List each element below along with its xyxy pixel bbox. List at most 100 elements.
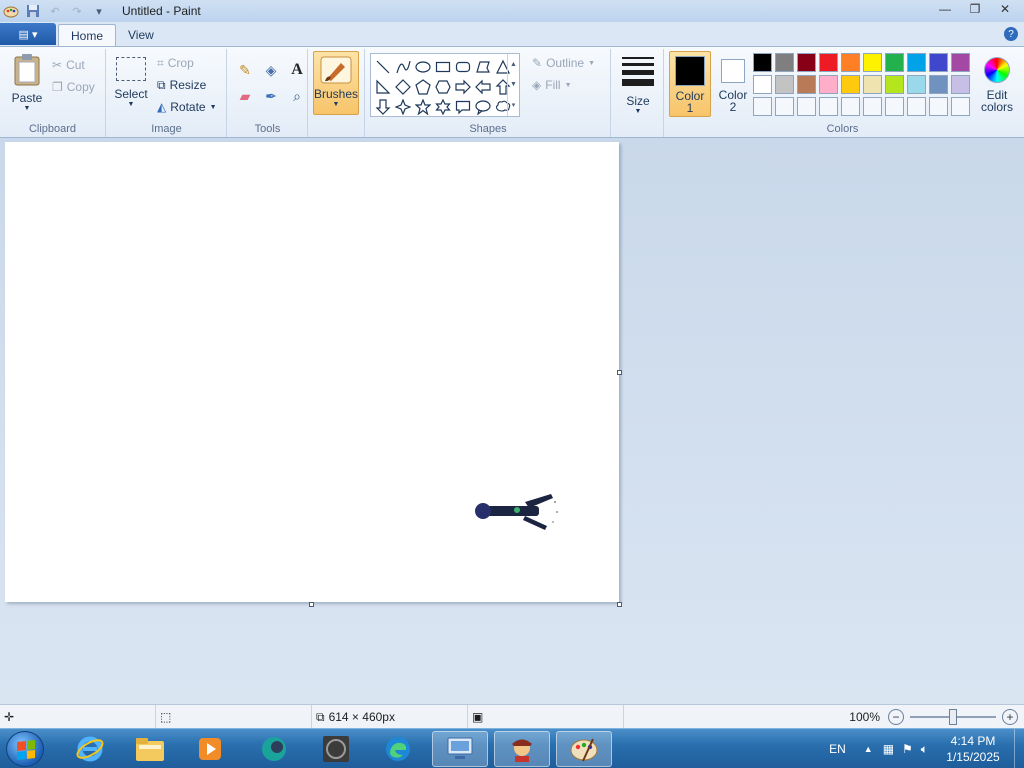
palette-color-swatch[interactable] [753, 53, 772, 72]
right-arrow-shape-icon[interactable] [453, 77, 473, 97]
size-button[interactable]: Size ▼ [618, 55, 658, 115]
show-hidden-icons-icon[interactable]: ▲ [864, 744, 873, 754]
media-player-icon[interactable] [182, 731, 238, 767]
palette-color-swatch[interactable] [775, 75, 794, 94]
palette-empty-swatch[interactable] [885, 97, 904, 116]
diamond-shape-icon[interactable] [393, 77, 413, 97]
five-point-star-shape-icon[interactable] [413, 97, 433, 117]
hexagon-shape-icon[interactable] [433, 77, 453, 97]
four-point-star-shape-icon[interactable] [393, 97, 413, 117]
file-explorer-icon[interactable] [122, 731, 178, 767]
show-desktop-button[interactable] [1014, 729, 1024, 768]
zoom-out-icon[interactable]: − [888, 709, 904, 725]
clock[interactable]: 4:14 PM 1/15/2025 [938, 733, 1008, 765]
palette-color-swatch[interactable] [907, 53, 926, 72]
color2-button[interactable]: Color 2 [715, 51, 751, 117]
shapes-scrollbar[interactable]: ▲ ▼ ▾ [507, 54, 519, 116]
down-arrow-shape-icon[interactable] [373, 97, 393, 117]
select-button[interactable]: Select ▼ [113, 57, 149, 108]
color-picker-icon[interactable]: ✒ [260, 85, 282, 107]
app-icon-teal-orb[interactable] [246, 731, 302, 767]
undo-icon[interactable]: ↶ [46, 2, 64, 20]
polygon-shape-icon[interactable] [473, 57, 493, 77]
chevron-up-icon[interactable]: ▲ [510, 61, 517, 68]
right-triangle-shape-icon[interactable] [373, 77, 393, 97]
zoom-slider-thumb[interactable] [949, 709, 957, 725]
canvas-resize-handle-corner[interactable] [617, 602, 622, 607]
pirate-character-app-icon[interactable] [494, 731, 550, 767]
color1-button[interactable]: Color 1 [669, 51, 711, 117]
zoom-slider[interactable] [910, 709, 996, 725]
canvas-resize-handle-right[interactable] [617, 370, 622, 375]
palette-empty-swatch[interactable] [775, 97, 794, 116]
palette-color-swatch[interactable] [775, 53, 794, 72]
palette-color-swatch[interactable] [797, 75, 816, 94]
eraser-icon[interactable]: ▰ [234, 85, 256, 107]
oval-callout-shape-icon[interactable] [473, 97, 493, 117]
internet-explorer-icon[interactable] [62, 731, 118, 767]
remote-desktop-icon[interactable] [432, 731, 488, 767]
paint-app-icon[interactable] [2, 2, 20, 20]
outline-button[interactable]: ✎ Outline ▼ [532, 53, 595, 73]
close-icon[interactable]: ✕ [990, 0, 1020, 18]
rectangle-shape-icon[interactable] [433, 57, 453, 77]
edge-browser-icon[interactable] [370, 731, 426, 767]
palette-color-swatch[interactable] [819, 75, 838, 94]
text-icon[interactable]: A [286, 59, 308, 81]
palette-color-swatch[interactable] [819, 53, 838, 72]
paint-taskbar-icon[interactable] [556, 731, 612, 767]
palette-empty-swatch[interactable] [863, 97, 882, 116]
palette-color-swatch[interactable] [929, 53, 948, 72]
language-indicator[interactable]: EN [829, 742, 846, 756]
file-menu-button[interactable]: ▤ ▾ [0, 23, 56, 45]
curve-shape-icon[interactable] [393, 57, 413, 77]
tab-view[interactable]: View [116, 24, 166, 46]
palette-empty-swatch[interactable] [841, 97, 860, 116]
start-button[interactable] [6, 731, 44, 767]
six-point-star-shape-icon[interactable] [433, 97, 453, 117]
palette-empty-swatch[interactable] [907, 97, 926, 116]
palette-empty-swatch[interactable] [753, 97, 772, 116]
fill-bucket-icon[interactable]: ◈ [260, 59, 282, 81]
palette-color-swatch[interactable] [841, 75, 860, 94]
expand-gallery-icon[interactable]: ▾ [512, 101, 516, 109]
palette-color-swatch[interactable] [841, 53, 860, 72]
zoom-in-icon[interactable]: + [1002, 709, 1018, 725]
palette-empty-swatch[interactable] [819, 97, 838, 116]
app-icon-dark-badge[interactable] [308, 731, 364, 767]
left-arrow-shape-icon[interactable] [473, 77, 493, 97]
chevron-down-icon[interactable]: ▼ [510, 81, 517, 88]
flag-notification-icon[interactable]: ⚑ [902, 742, 913, 756]
pentagon-shape-icon[interactable] [413, 77, 433, 97]
restore-icon[interactable]: ❐ [960, 0, 990, 18]
oval-shape-icon[interactable] [413, 57, 433, 77]
drawing-canvas[interactable] [5, 142, 619, 602]
paste-button[interactable]: Paste ▼ [8, 53, 46, 112]
rounded-rectangle-shape-icon[interactable] [453, 57, 473, 77]
rectangular-callout-shape-icon[interactable] [453, 97, 473, 117]
redo-icon[interactable]: ↷ [68, 2, 86, 20]
help-icon[interactable]: ? [1004, 27, 1018, 41]
magnifier-icon[interactable]: ⌕ [286, 85, 308, 107]
canvas-resize-handle-bottom[interactable] [309, 602, 314, 607]
edit-colors-button[interactable]: Edit colors [977, 51, 1017, 117]
brushes-button[interactable]: Brushes ▼ [313, 51, 359, 115]
palette-color-swatch[interactable] [753, 75, 772, 94]
volume-icon[interactable]: 🔈︎ [921, 742, 928, 757]
palette-color-swatch[interactable] [951, 53, 970, 72]
palette-empty-swatch[interactable] [797, 97, 816, 116]
palette-empty-swatch[interactable] [951, 97, 970, 116]
minimize-icon[interactable]: — [930, 0, 960, 18]
palette-color-swatch[interactable] [863, 53, 882, 72]
pencil-icon[interactable]: ✎ [234, 59, 256, 81]
copy-button[interactable]: ❐ Copy [52, 77, 95, 97]
palette-color-swatch[interactable] [907, 75, 926, 94]
network-icon[interactable]: ▦ [883, 742, 894, 756]
cut-button[interactable]: ✂ Cut [52, 55, 85, 75]
palette-empty-swatch[interactable] [929, 97, 948, 116]
save-icon[interactable] [24, 2, 42, 20]
palette-color-swatch[interactable] [929, 75, 948, 94]
tab-home[interactable]: Home [58, 24, 117, 46]
palette-color-swatch[interactable] [863, 75, 882, 94]
palette-color-swatch[interactable] [885, 75, 904, 94]
